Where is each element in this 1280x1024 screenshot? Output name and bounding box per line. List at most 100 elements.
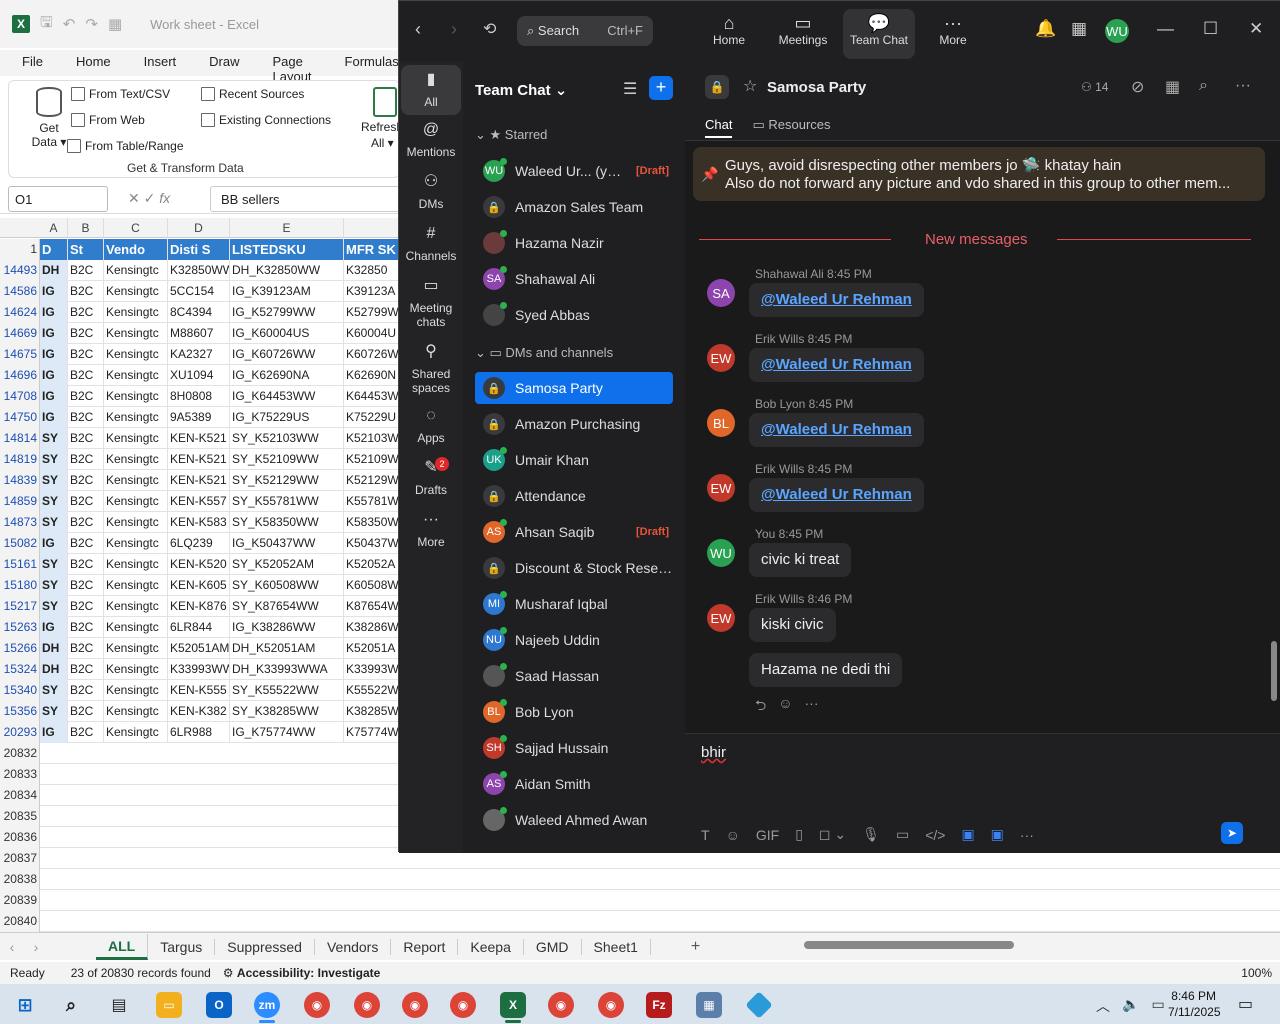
chat-list-item[interactable]: 🔒 Amazon Purchasing (475, 408, 673, 440)
formula-input[interactable]: BB sellers (210, 186, 400, 212)
header-cell[interactable]: Disti S (168, 239, 230, 260)
chrome-profile-icon[interactable]: ◉ (548, 992, 574, 1018)
calendar-icon[interactable]: ▦ (1071, 19, 1087, 39)
row-number[interactable]: 14819 (0, 449, 40, 470)
cell-d[interactable]: KEN-K382 (168, 701, 230, 722)
cell-f[interactable]: K32850 (344, 260, 400, 281)
accessibility-status[interactable]: ⚙ Accessibility: Investigate (223, 966, 381, 980)
cell-d[interactable]: 5CC154 (168, 281, 230, 302)
chat-list-item[interactable]: Syed Abbas (475, 299, 673, 331)
file-explorer-icon[interactable]: ▭ (156, 992, 182, 1018)
cell-b[interactable]: B2C (68, 323, 104, 344)
row-number[interactable]: 20839 (0, 890, 40, 911)
row-number[interactable]: 20837 (0, 848, 40, 869)
chrome-profile-icon[interactable]: ◉ (402, 992, 428, 1018)
menu-formulas[interactable]: Formulas (323, 50, 410, 76)
row-number[interactable]: 15161 (0, 554, 40, 575)
cell-b[interactable]: B2C (68, 617, 104, 638)
message-composer[interactable]: bhir T ☺ GIF ▯ ◻ ⌄ 🎙 ▭ </> ▣ ▣ ··· ➤ (685, 733, 1280, 853)
cell-b[interactable]: B2C (68, 386, 104, 407)
avatar[interactable]: EW (707, 344, 735, 372)
sheet-tab-all[interactable]: ALL (96, 933, 149, 960)
filter-icon[interactable]: ☰ (623, 79, 637, 99)
mention-link[interactable]: @Waleed Ur Rehman (749, 413, 924, 447)
cell-d[interactable]: M88607 (168, 323, 230, 344)
cell-d[interactable]: KEN-K521 (168, 470, 230, 491)
row-number[interactable]: 20838 (0, 869, 40, 890)
emoji-reaction-icon[interactable]: ☺ (778, 695, 792, 719)
avatar[interactable]: EW (707, 474, 735, 502)
scroll-thumb[interactable] (1271, 641, 1277, 701)
mention-link[interactable]: @Waleed Ur Rehman (749, 348, 924, 382)
col-header-c[interactable]: C (104, 218, 168, 238)
cell-b[interactable]: B2C (68, 407, 104, 428)
cell-b[interactable]: B2C (68, 302, 104, 323)
cell-e[interactable]: IG_K60726WW (230, 344, 344, 365)
cell-e[interactable]: SY_K87654WW (230, 596, 344, 617)
cell-e[interactable]: IG_K52799WW (230, 302, 344, 323)
cell-a[interactable]: IG (40, 407, 68, 428)
app-icon[interactable]: ▣ (961, 826, 974, 843)
cell-d[interactable]: 8H0808 (168, 386, 230, 407)
from-text-csv-button[interactable]: From Text/CSV (71, 87, 170, 101)
task-view-icon[interactable]: ▤ (106, 992, 132, 1018)
cell-d[interactable]: K52051AM (168, 638, 230, 659)
avatar[interactable]: BL (707, 409, 735, 437)
cell-b[interactable]: B2C (68, 491, 104, 512)
cell-a[interactable]: IG (40, 365, 68, 386)
cell-b[interactable]: B2C (68, 575, 104, 596)
sheet-tab-suppressed[interactable]: Suppressed (215, 938, 315, 955)
cell-b[interactable]: B2C (68, 449, 104, 470)
member-count[interactable]: ⚇ 14 (1081, 80, 1108, 94)
rail-apps[interactable]: ◌ Apps (401, 408, 461, 446)
cell-e[interactable]: DH_K32850WW (230, 260, 344, 281)
star-icon[interactable]: ☆ (743, 76, 757, 96)
cell-f[interactable]: K55522W (344, 680, 400, 701)
cell-c[interactable]: Kensingtc (104, 491, 168, 512)
cell-f[interactable]: K52051A (344, 638, 400, 659)
row-number[interactable]: 15082 (0, 533, 40, 554)
chrome-profile-icon[interactable]: ◉ (598, 992, 624, 1018)
cell-c[interactable]: Kensingtc (104, 323, 168, 344)
chat-list-item[interactable]: BL Bob Lyon (475, 696, 673, 728)
chat-scrollbar[interactable] (1271, 141, 1277, 721)
rail-more[interactable]: ··· More (401, 512, 461, 550)
chat-list-item[interactable]: 🔒 Attendance (475, 480, 673, 512)
fx-icon[interactable]: ✕ ✓ fx (128, 190, 170, 207)
screenshot-icon[interactable]: ◻ ⌄ (819, 826, 846, 843)
sheet-tab-gmd[interactable]: GMD (524, 938, 582, 955)
minimize-icon[interactable]: — (1157, 19, 1174, 39)
nav-home[interactable]: ⌂ Home (693, 9, 765, 59)
cell-d[interactable]: KA2327 (168, 344, 230, 365)
sheet-tab-targus[interactable]: Targus (148, 938, 216, 955)
cell-a[interactable]: SY (40, 701, 68, 722)
cell-f[interactable]: K52109W (344, 449, 400, 470)
cell-b[interactable]: B2C (68, 281, 104, 302)
back-icon[interactable]: ‹ (415, 19, 421, 40)
row-number[interactable]: 1 (0, 239, 40, 260)
cell-c[interactable]: Kensingtc (104, 680, 168, 701)
avatar[interactable]: EW (707, 604, 735, 632)
cell-a[interactable]: SY (40, 596, 68, 617)
composer-input[interactable]: bhir (701, 744, 726, 761)
cell-a[interactable]: SY (40, 512, 68, 533)
cell-b[interactable]: B2C (68, 638, 104, 659)
zoom-level[interactable]: 100% (1241, 966, 1272, 980)
code-icon[interactable]: </> (925, 827, 945, 843)
maximize-icon[interactable]: ☐ (1203, 19, 1218, 39)
from-table-button[interactable]: From Table/Range (67, 139, 184, 153)
format-icon[interactable]: T (701, 827, 710, 843)
chrome-profile-icon[interactable]: ◉ (450, 992, 476, 1018)
cell-c[interactable]: Kensingtc (104, 470, 168, 491)
new-chat-button[interactable]: + (649, 76, 673, 100)
cell-d[interactable]: KEN-K876 (168, 596, 230, 617)
header-cell[interactable]: Vendo (104, 239, 168, 260)
app2-icon[interactable]: ▣ (991, 826, 1004, 843)
cell-b[interactable]: B2C (68, 365, 104, 386)
row-number[interactable]: 15356 (0, 701, 40, 722)
cell-e[interactable]: SY_K58350WW (230, 512, 344, 533)
cell-b[interactable]: B2C (68, 428, 104, 449)
video-off-icon[interactable]: ⊘ (1131, 77, 1144, 97)
send-button[interactable]: ➤ (1221, 822, 1243, 844)
row-number[interactable]: 20832 (0, 743, 40, 764)
